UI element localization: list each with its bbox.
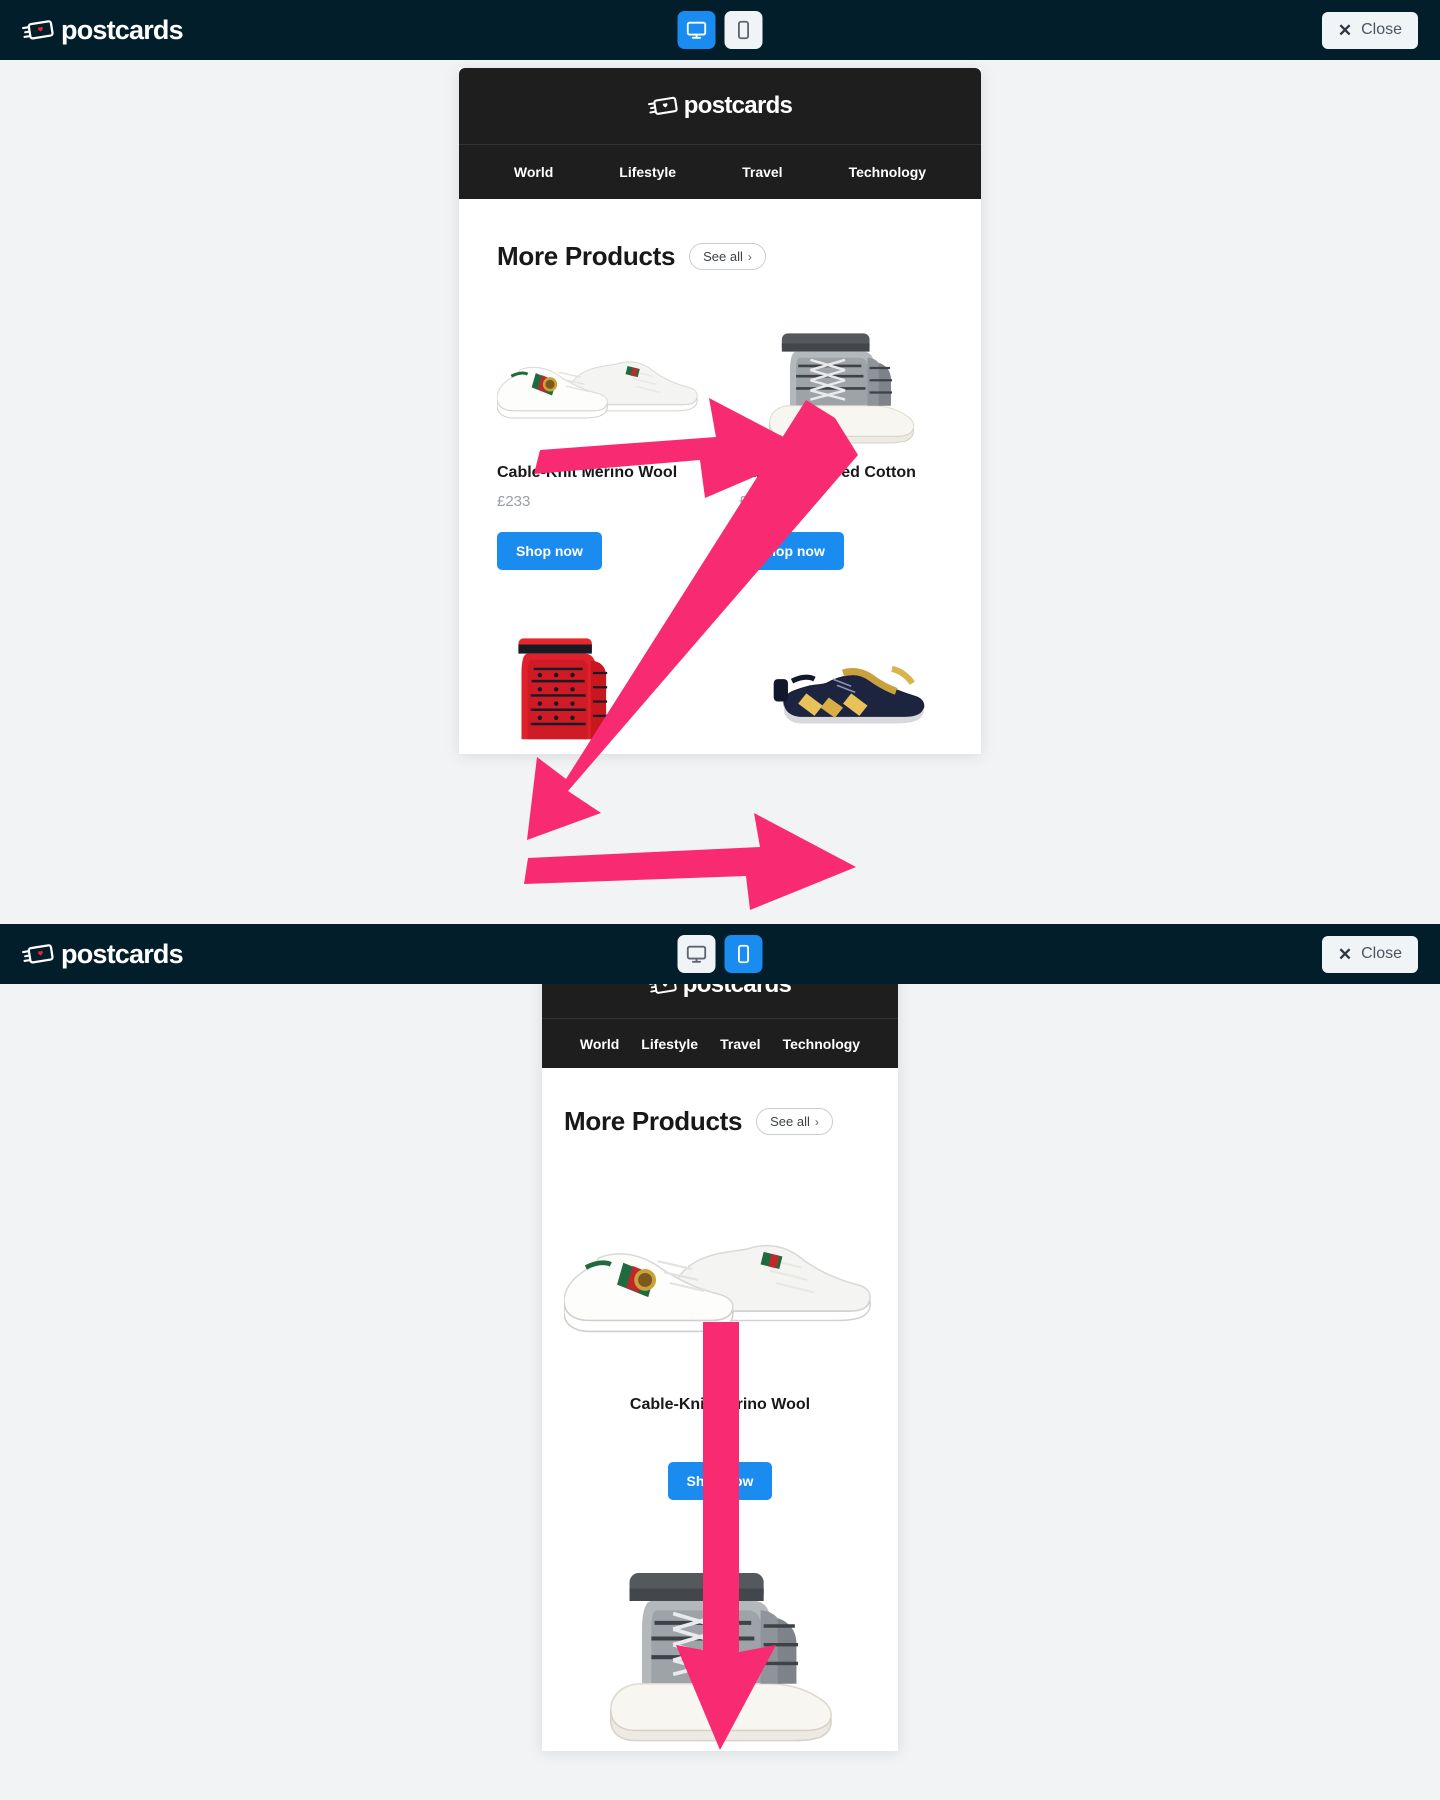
white-low-top-sneaker-image <box>497 361 698 419</box>
close-button-label: Close <box>1361 21 1402 38</box>
email-nav-item-lifestyle[interactable]: Lifestyle <box>619 164 676 180</box>
close-button-label: Close <box>1361 945 1402 962</box>
device-toggle-group <box>677 935 763 973</box>
editor-toolbar-desktop: postcards ✕ Close <box>0 0 1440 60</box>
see-all-button[interactable]: See all › <box>689 243 766 270</box>
email-logo[interactable]: postcards <box>647 92 793 120</box>
mobile-phone-icon <box>738 944 749 964</box>
product-name: Cable-Knit Merino Wool <box>497 463 678 481</box>
email-nav: World Lifestyle Travel Technology <box>459 144 981 199</box>
close-x-icon: ✕ <box>1337 944 1353 964</box>
email-nav-item-world[interactable]: World <box>580 1036 619 1052</box>
mobile-preview-pane: postcards World Lifestyle Travel Technol… <box>0 930 1440 1800</box>
email-body: More Products See all › Cable-Knit Merin… <box>542 1068 898 1751</box>
email-preview-mobile: postcards World Lifestyle Travel Technol… <box>542 952 898 1751</box>
desktop-view-button[interactable] <box>677 11 716 49</box>
postcard-heart-icon <box>647 96 678 115</box>
grey-high-top-sneaker-image <box>610 1572 832 1742</box>
close-x-icon: ✕ <box>1337 20 1353 40</box>
shop-now-button[interactable]: Shop now <box>667 1461 773 1500</box>
section-title: More Products <box>564 1106 743 1136</box>
shop-now-button[interactable]: Shop now <box>497 531 602 570</box>
product-card[interactable]: Cable-Knit Merino Wool £233 Shop now <box>497 317 701 570</box>
see-all-label: See all <box>703 249 743 264</box>
shop-now-button[interactable]: Shop now <box>739 531 844 570</box>
app-logo-text: postcards <box>61 938 184 969</box>
see-all-label: See all <box>770 1114 810 1129</box>
chevron-right-icon: › <box>747 249 752 264</box>
desktop-preview-pane: postcards World Lifestyle Travel Technol… <box>0 60 1440 920</box>
product-name: Cable-Knit Merino Wool <box>629 1395 811 1413</box>
close-button[interactable]: ✕ Close <box>1321 11 1418 49</box>
chevron-right-icon: › <box>814 1114 819 1129</box>
email-nav-item-technology[interactable]: Technology <box>783 1036 861 1052</box>
email-nav-item-travel[interactable]: Travel <box>742 164 782 180</box>
product-card[interactable] <box>497 622 701 755</box>
see-all-button[interactable]: See all › <box>756 1108 833 1135</box>
desktop-monitor-icon <box>686 945 707 963</box>
mobile-phone-icon <box>738 20 749 40</box>
section-header: More Products See all › <box>497 241 943 272</box>
product-name: Runway Striped Cotton <box>739 463 916 481</box>
email-nav-item-lifestyle[interactable]: Lifestyle <box>641 1036 698 1052</box>
desktop-view-button[interactable] <box>677 935 716 973</box>
app-logo[interactable]: postcards <box>22 14 184 46</box>
app-logo[interactable]: postcards <box>22 938 184 970</box>
email-nav: World Lifestyle Travel Technology <box>542 1018 898 1068</box>
mobile-view-button[interactable] <box>724 935 763 973</box>
product-price: £233 <box>703 1424 737 1442</box>
product-card[interactable] <box>739 622 943 755</box>
email-body: More Products See all › Cable-Knit Merin… <box>459 199 981 755</box>
email-header: postcards World Lifestyle Travel Technol… <box>459 68 981 199</box>
email-logo-text: postcards <box>683 92 793 119</box>
device-toggle-group <box>677 11 763 49</box>
product-price: £233 <box>497 492 531 510</box>
desktop-monitor-icon <box>686 21 707 39</box>
section-title: More Products <box>497 241 676 271</box>
email-nav-item-world[interactable]: World <box>514 164 553 180</box>
product-price: £246 <box>739 492 773 510</box>
product-card[interactable] <box>564 1548 876 1751</box>
postcard-heart-icon <box>22 944 54 964</box>
email-preview-desktop: postcards World Lifestyle Travel Technol… <box>459 68 981 755</box>
product-card[interactable]: Runway Striped Cotton £246 Shop now <box>739 317 943 570</box>
email-nav-item-travel[interactable]: Travel <box>720 1036 760 1052</box>
editor-screen: postcards World Lifestyle Travel Technol… <box>0 0 1440 1800</box>
product-grid: Cable-Knit Merino Wool £233 Shop now <box>497 317 943 754</box>
section-header: More Products See all › <box>564 1106 876 1137</box>
close-button[interactable]: ✕ Close <box>1321 935 1418 973</box>
postcard-heart-icon <box>22 20 54 40</box>
grey-high-top-sneaker-image <box>769 333 915 444</box>
mobile-view-button[interactable] <box>724 11 763 49</box>
email-brand-row: postcards <box>459 68 981 144</box>
white-low-top-sneaker-image <box>564 1244 871 1333</box>
email-nav-item-technology[interactable]: Technology <box>849 164 927 180</box>
editor-toolbar-mobile: postcards ✕ Close <box>0 924 1440 984</box>
app-logo-text: postcards <box>61 14 184 45</box>
red-high-top-boot-image <box>518 637 608 739</box>
product-grid: Cable-Knit Merino Wool £233 Shop now <box>564 1177 876 1751</box>
product-card[interactable]: Cable-Knit Merino Wool £233 Shop now <box>564 1177 876 1500</box>
navy-gold-sneaker-image <box>773 665 925 724</box>
